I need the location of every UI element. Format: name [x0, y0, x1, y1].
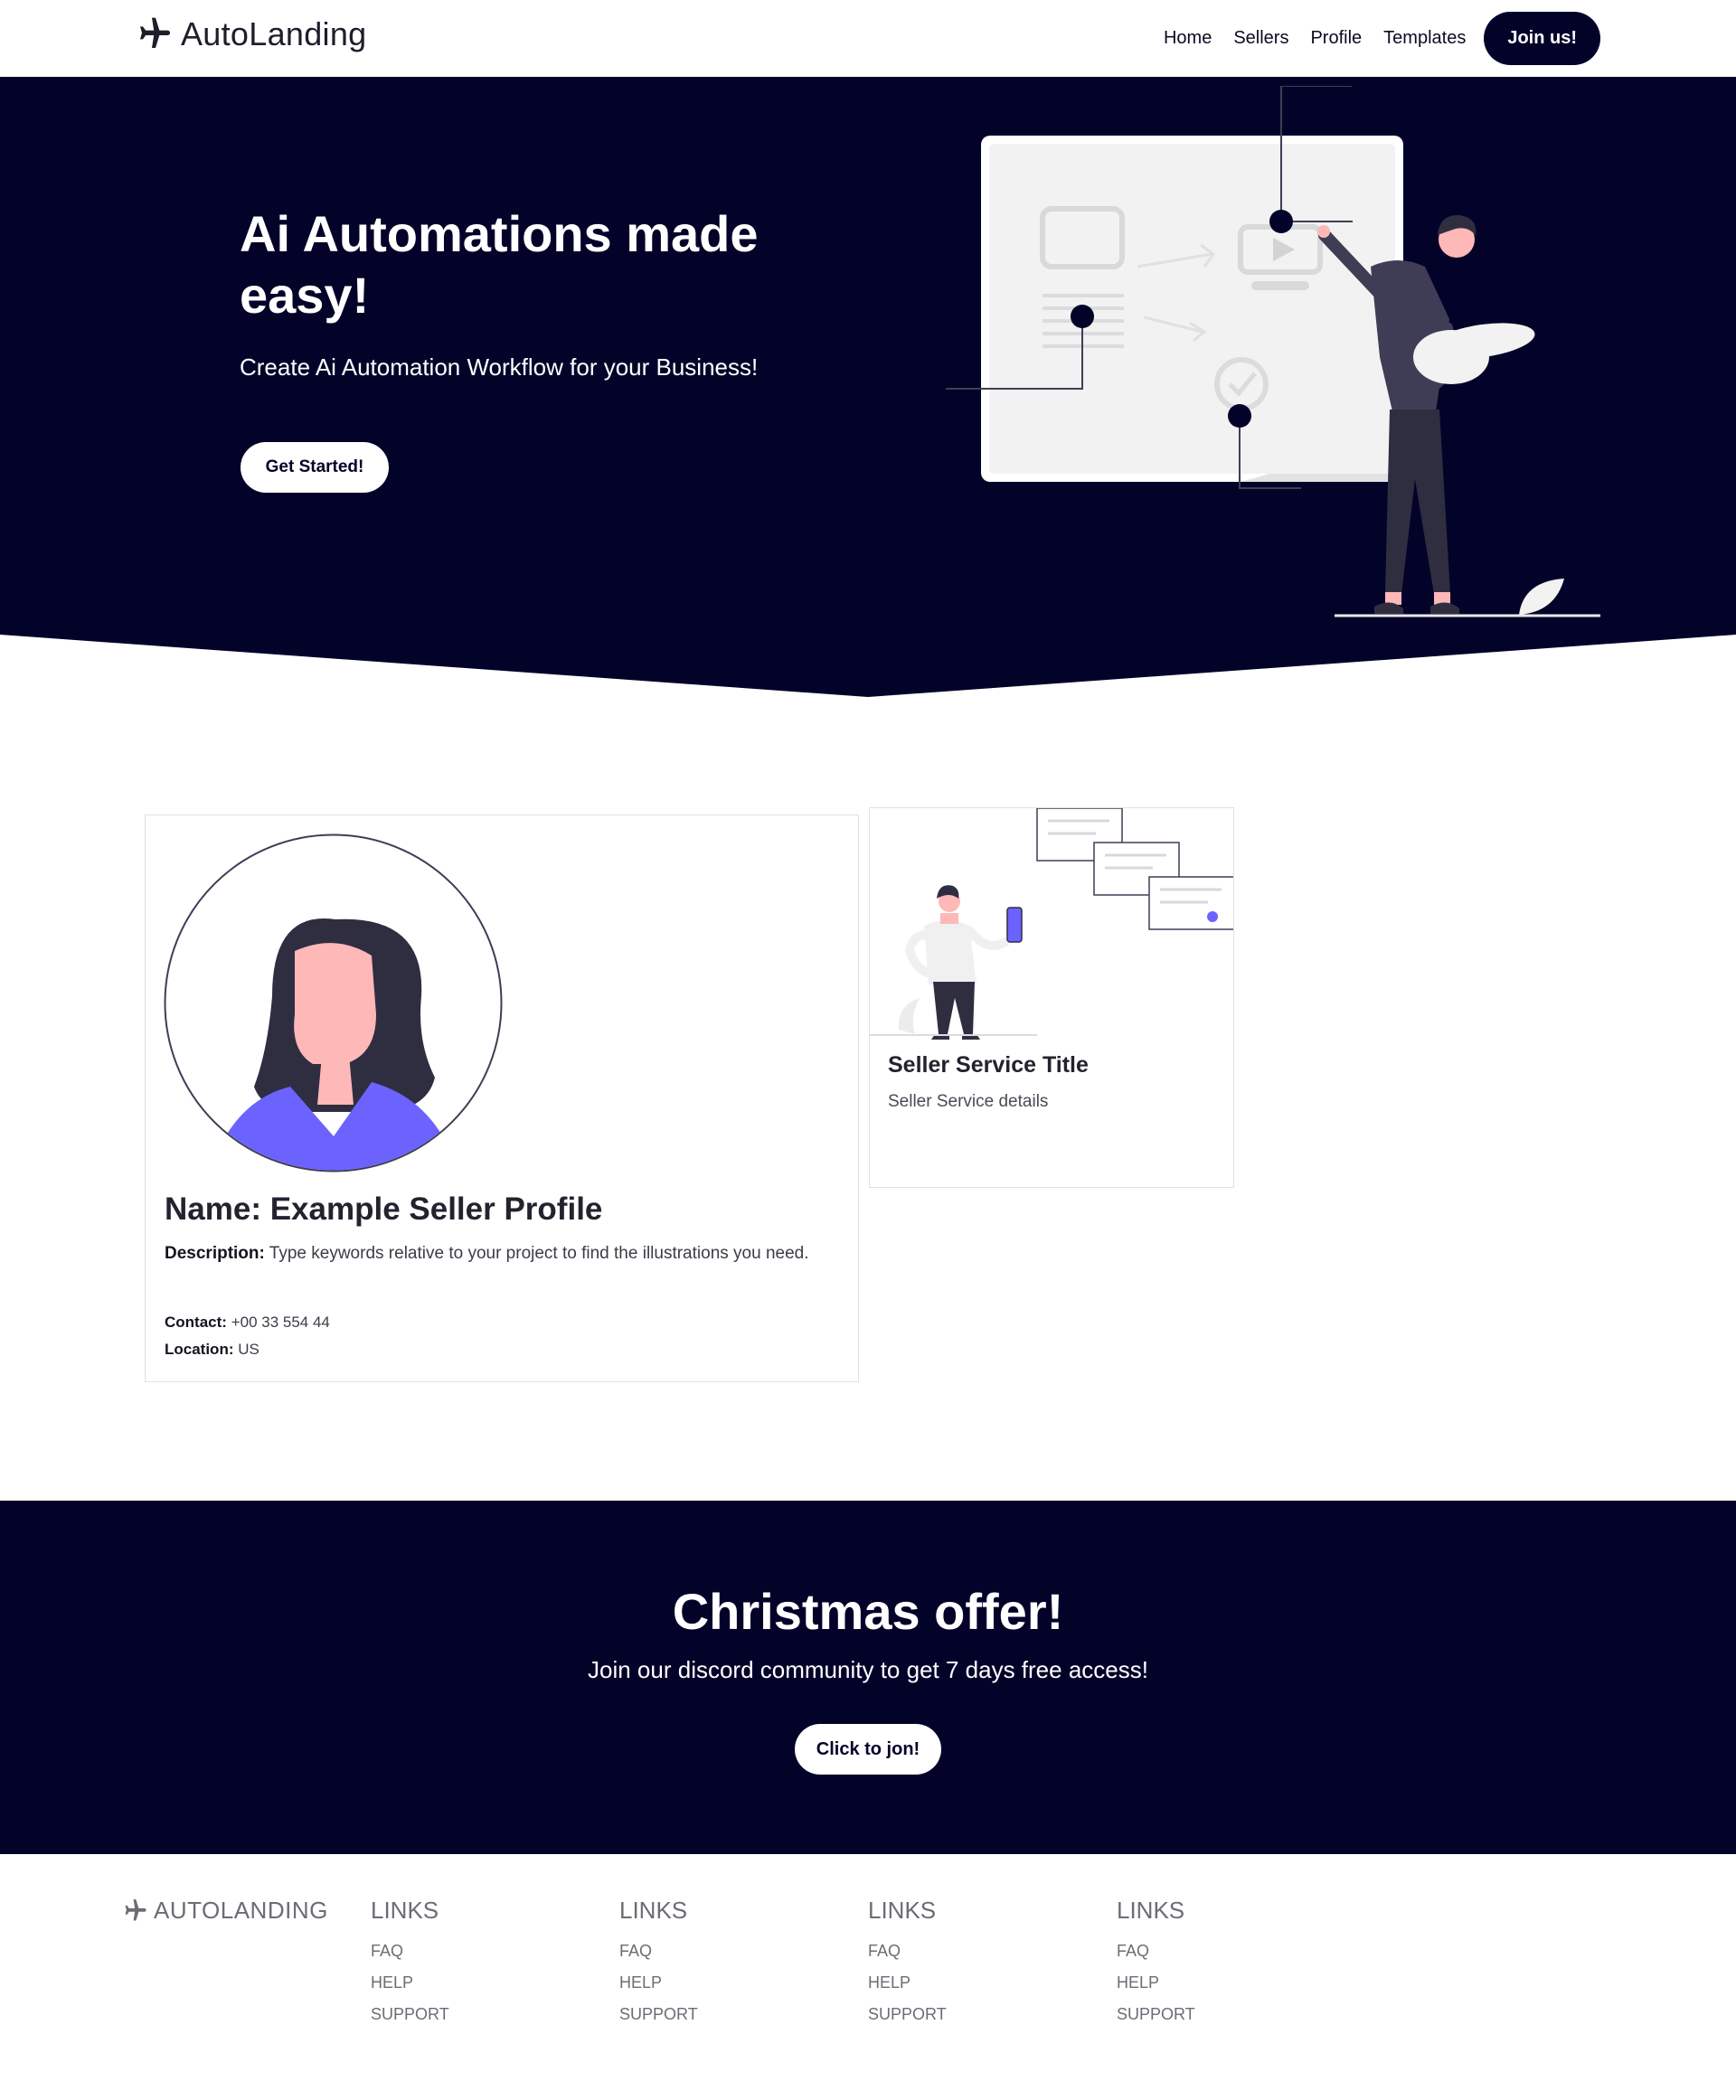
- hero-title: Ai Automations made easy!: [240, 205, 759, 324]
- footer-links-heading: LINKS: [371, 1897, 439, 1924]
- service-details: Seller Service details: [888, 1092, 1049, 1111]
- footer-links-column: LINKS FAQ HELP SUPPORT: [371, 1897, 552, 2030]
- footer-link-help[interactable]: HELP: [868, 1967, 1049, 1999]
- navbar: AutoLanding Home Sellers Profile Templat…: [0, 0, 1736, 77]
- footer-link-support[interactable]: SUPPORT: [868, 1999, 1049, 2030]
- footer: AUTOLANDING LINKS FAQ HELP SUPPORT LINKS…: [0, 1854, 1736, 2100]
- footer-link-support[interactable]: SUPPORT: [371, 1999, 552, 2030]
- profile-description: Description: Type keywords relative to y…: [165, 1240, 816, 1267]
- avatar: [164, 833, 503, 1172]
- footer-link-support[interactable]: SUPPORT: [619, 1999, 800, 2030]
- offer-subtitle: Join our discord community to get 7 days…: [588, 1656, 1148, 1683]
- footer-links-column: LINKS FAQ HELP SUPPORT: [1117, 1897, 1297, 2030]
- nav-home[interactable]: Home: [1164, 28, 1212, 49]
- nav-profile[interactable]: Profile: [1310, 28, 1362, 49]
- contact-label: Contact:: [165, 1314, 227, 1331]
- location-label: Location:: [165, 1341, 234, 1358]
- nav-sellers[interactable]: Sellers: [1233, 28, 1288, 49]
- footer-links-column: LINKS FAQ HELP SUPPORT: [868, 1897, 1049, 2030]
- footer-links-heading: LINKS: [868, 1897, 937, 1924]
- service-illustration: [870, 808, 1233, 1040]
- service-title: Seller Service Title: [888, 1052, 1089, 1078]
- footer-brand[interactable]: AUTOLANDING: [121, 1897, 328, 1925]
- footer-links-column: LINKS FAQ HELP SUPPORT: [619, 1897, 800, 2030]
- description-label: Description:: [165, 1244, 265, 1263]
- footer-link-faq[interactable]: FAQ: [619, 1935, 800, 1967]
- brand-logo[interactable]: AutoLanding: [134, 15, 367, 52]
- brand-name: AutoLanding: [181, 15, 367, 52]
- footer-link-help[interactable]: HELP: [619, 1967, 800, 1999]
- location-value: US: [238, 1341, 259, 1358]
- footer-link-help[interactable]: HELP: [371, 1967, 552, 1999]
- airplane-icon: [125, 1898, 146, 1920]
- description-text: Type keywords relative to your project t…: [269, 1244, 809, 1263]
- footer-link-faq[interactable]: FAQ: [1117, 1935, 1297, 1967]
- join-us-button[interactable]: Join us!: [1484, 11, 1600, 65]
- offer-title: Christmas offer!: [672, 1583, 1064, 1640]
- footer-link-faq[interactable]: FAQ: [868, 1935, 1049, 1967]
- seller-service-card[interactable]: Seller Service Title Seller Service deta…: [869, 807, 1234, 1188]
- christmas-offer-section: Christmas offer! Join our discord commun…: [0, 1501, 1736, 1854]
- footer-links-heading: LINKS: [1117, 1897, 1185, 1924]
- main-nav: Home Sellers Profile Templates Join us!: [1142, 11, 1600, 65]
- seller-profile-card: Name: Example Seller Profile Description…: [145, 815, 859, 1382]
- click-to-join-button[interactable]: Click to jon!: [795, 1724, 941, 1775]
- footer-links-heading: LINKS: [619, 1897, 688, 1924]
- contact-value: +00 33 554 44: [231, 1314, 330, 1331]
- footer-brand-name: AUTOLANDING: [154, 1897, 328, 1924]
- profile-location: Location: US: [165, 1341, 259, 1359]
- hero-section: Ai Automations made easy! Create Ai Auto…: [0, 77, 1736, 697]
- footer-link-help[interactable]: HELP: [1117, 1967, 1297, 1999]
- footer-link-support[interactable]: SUPPORT: [1117, 1999, 1297, 2030]
- profile-contact: Contact: +00 33 554 44: [165, 1314, 330, 1332]
- footer-link-faq[interactable]: FAQ: [371, 1935, 552, 1967]
- airplane-icon: [140, 17, 170, 48]
- get-started-button[interactable]: Get Started!: [241, 442, 389, 493]
- hero-subtitle: Create Ai Automation Workflow for your B…: [240, 353, 759, 381]
- profile-name: Name: Example Seller Profile: [165, 1191, 603, 1227]
- hero-illustration: [946, 86, 1600, 617]
- nav-templates[interactable]: Templates: [1383, 28, 1466, 49]
